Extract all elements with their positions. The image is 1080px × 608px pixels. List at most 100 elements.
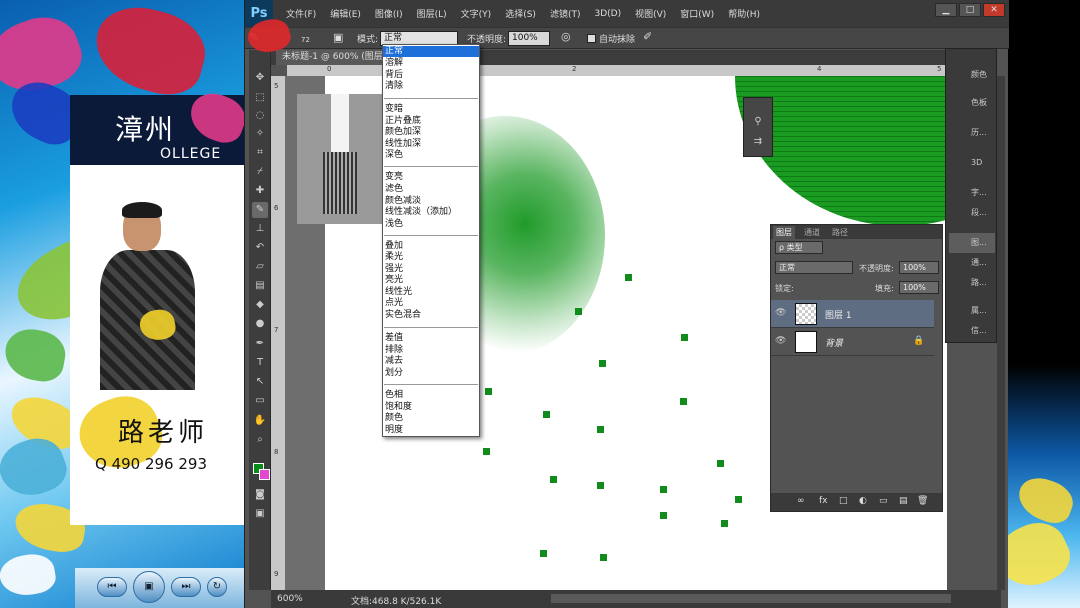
background-color-swatch[interactable] (259, 469, 270, 480)
mode-option[interactable]: 色相 (385, 390, 403, 401)
mode-option[interactable]: 减去 (385, 356, 403, 367)
mode-option[interactable]: 叠加 (385, 241, 403, 252)
dock-history[interactable]: 历... (949, 123, 995, 143)
eraser-tool-icon[interactable]: ▱ (252, 259, 268, 275)
menu-window[interactable]: 窗口(W) (673, 7, 721, 20)
dock-3d[interactable]: 3D (949, 153, 995, 173)
mode-option[interactable]: 清除 (385, 81, 403, 92)
zoom-tool-icon[interactable]: ⌕ (252, 432, 268, 448)
mode-option[interactable]: 背后 (385, 70, 403, 81)
layer-name[interactable]: 图层 1 (825, 308, 852, 321)
mode-option[interactable]: 线性加深 (385, 139, 421, 150)
repeat-button[interactable]: ↻ (207, 577, 227, 597)
layer-filter-select[interactable]: ρ 类型 (775, 241, 823, 254)
type-tool-icon[interactable]: T (252, 355, 268, 371)
dock-character[interactable]: 字... (949, 183, 995, 203)
dock-color[interactable]: 颜色 (949, 65, 995, 85)
mode-option[interactable]: 线性光 (385, 287, 412, 298)
mode-option[interactable]: 浅色 (385, 219, 403, 230)
visibility-eye-icon[interactable]: 👁 (775, 336, 787, 348)
tab-channels[interactable]: 通道 (801, 226, 823, 239)
quick-select-tool-icon[interactable]: ✧ (252, 126, 268, 142)
trash-icon[interactable]: 🗑 (917, 496, 928, 506)
pen-tool-icon[interactable]: ✒ (252, 336, 268, 352)
eyedropper-tool-icon[interactable]: ⌿ (252, 164, 268, 180)
play-button[interactable]: ▣ (133, 571, 165, 603)
lasso-tool-icon[interactable]: ◌ (252, 108, 268, 124)
menu-3d[interactable]: 3D(D) (587, 9, 628, 19)
mode-option[interactable]: 划分 (385, 368, 403, 379)
fx-icon[interactable]: fx (819, 496, 828, 506)
layer-name[interactable]: 背景 (825, 336, 843, 349)
fill-input[interactable]: 100% (899, 281, 939, 294)
previous-button[interactable]: ⏮ (97, 577, 127, 597)
mode-option[interactable]: 明度 (385, 425, 403, 436)
mode-option[interactable]: 线性减淡（添加） (385, 207, 457, 218)
layer-row[interactable]: 👁 图层 1 (771, 300, 934, 328)
mode-option[interactable]: 饱和度 (385, 402, 412, 413)
mode-option[interactable]: 滤色 (385, 184, 403, 195)
pressure-size-icon[interactable]: ✐ (643, 30, 652, 43)
menu-help[interactable]: 帮助(H) (721, 7, 767, 20)
menu-select[interactable]: 选择(S) (498, 7, 543, 20)
brush-size[interactable]: 72 (301, 36, 310, 44)
menu-image[interactable]: 图像(I) (368, 7, 410, 20)
blend-mode-dropdown[interactable]: 正常 溶解 背后 清除 变暗 正片叠底 颜色加深 线性加深 深色 变亮 滤色 颜… (382, 44, 480, 437)
next-button[interactable]: ⏭ (171, 577, 201, 597)
mode-option[interactable]: 正常 (385, 46, 403, 57)
brush-panel-icon[interactable]: ▣ (333, 31, 343, 44)
dodge-tool-icon[interactable]: ● (252, 316, 268, 332)
dock-swatches[interactable]: 色板 (949, 93, 995, 113)
shape-tool-icon[interactable]: ▭ (252, 393, 268, 409)
vertical-scrollbar[interactable] (997, 76, 1005, 590)
new-layer-icon[interactable]: ▤ (899, 496, 908, 506)
move-tool-icon[interactable]: ✥ (252, 70, 268, 86)
mode-option[interactable]: 亮光 (385, 275, 403, 286)
menu-filter[interactable]: 滤镜(T) (543, 7, 588, 20)
mode-option[interactable]: 颜色加深 (385, 127, 421, 138)
dock-properties[interactable]: 属... (949, 301, 995, 321)
mode-option[interactable]: 排除 (385, 345, 403, 356)
tab-paths[interactable]: 路径 (829, 226, 851, 239)
visibility-eye-icon[interactable]: 👁 (775, 308, 787, 320)
blend-mode-select[interactable]: 正常 (775, 261, 853, 274)
clone-source-icon[interactable]: ⇉ (750, 134, 766, 150)
document-tab[interactable]: 未标题-1 @ 600% (图层 (276, 50, 389, 65)
mode-option[interactable]: 变暗 (385, 104, 403, 115)
mode-option[interactable]: 颜色减淡 (385, 196, 421, 207)
dock-channels[interactable]: 通... (949, 253, 995, 273)
mode-option[interactable]: 实色混合 (385, 310, 421, 321)
layer-row[interactable]: 👁 背景 🔒 (771, 328, 934, 356)
mode-option[interactable]: 强光 (385, 264, 403, 275)
minimize-button[interactable]: ▁ (935, 3, 957, 17)
zoom-level[interactable]: 600% (277, 594, 303, 604)
menu-type[interactable]: 文字(Y) (454, 7, 499, 20)
auto-erase-checkbox[interactable] (587, 34, 596, 43)
mode-option[interactable]: 变亮 (385, 172, 403, 183)
opacity-input[interactable]: 100% (508, 31, 550, 46)
menu-file[interactable]: 文件(F) (279, 7, 323, 20)
blur-tool-icon[interactable]: ◆ (252, 297, 268, 313)
dock-paragraph[interactable]: 段... (949, 203, 995, 223)
layer-opacity-input[interactable]: 100% (899, 261, 939, 274)
path-select-icon[interactable]: ↖ (252, 374, 268, 390)
hand-tool-icon[interactable]: ✋ (252, 413, 268, 429)
adjustment-layer-icon[interactable]: ◐ (859, 496, 867, 506)
healing-tool-icon[interactable]: ✚ (252, 183, 268, 199)
close-button[interactable]: ✕ (983, 3, 1005, 17)
menu-edit[interactable]: 编辑(E) (323, 7, 368, 20)
link-layers-icon[interactable]: ∞ (797, 496, 805, 506)
dock-layers[interactable]: 图... (949, 233, 995, 253)
mode-option[interactable]: 点光 (385, 298, 403, 309)
menu-layer[interactable]: 图层(L) (410, 7, 454, 20)
mode-option[interactable]: 颜色 (385, 413, 403, 424)
pressure-opacity-icon[interactable]: ◎ (561, 30, 571, 43)
quick-mask-icon[interactable]: ◙ (252, 487, 268, 503)
crop-tool-icon[interactable]: ⌗ (252, 145, 268, 161)
mode-option[interactable]: 溶解 (385, 58, 403, 69)
marquee-tool-icon[interactable]: ⬚ (252, 90, 268, 106)
dock-info[interactable]: 信... (949, 321, 995, 341)
mode-option[interactable]: 深色 (385, 150, 403, 161)
mode-option[interactable]: 差值 (385, 333, 403, 344)
history-brush-icon[interactable]: ↶ (252, 240, 268, 256)
